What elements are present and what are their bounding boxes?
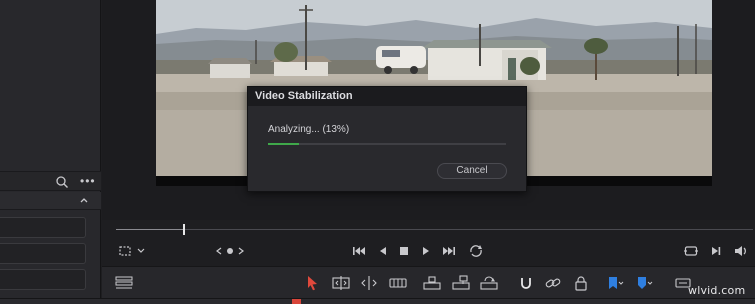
overwrite-clip-icon[interactable] [451,275,471,291]
cancel-button[interactable]: Cancel [437,163,507,179]
playhead[interactable] [183,224,185,235]
loop-icon[interactable] [468,243,484,259]
next-clip-icon[interactable] [236,246,246,256]
timeline-ruler[interactable] [0,298,755,304]
replace-clip-icon[interactable] [479,275,499,291]
left-panel: ••• [0,0,101,304]
play-icon[interactable] [421,245,431,257]
viewer-scrubber[interactable] [102,220,755,238]
crop-icon[interactable] [118,244,132,258]
fullscreen-icon[interactable] [684,244,698,258]
marker-icon[interactable] [633,275,653,291]
edit-toolbar [102,266,755,298]
selection-tool-icon[interactable] [302,275,322,291]
play-reverse-icon[interactable] [378,245,388,257]
blade-tool-icon[interactable] [388,275,408,291]
left-panel-field[interactable] [0,217,86,238]
prev-clip-icon[interactable] [214,246,224,256]
progress-bar-fill [268,143,299,145]
video-stabilization-dialog: Video Stabilization Analyzing... (13%) C… [247,86,527,192]
linked-selection-icon[interactable] [543,275,563,291]
left-panel-field[interactable] [0,269,86,290]
timeline-playhead-marker[interactable] [292,299,301,304]
volume-icon[interactable] [734,244,750,258]
left-panel-section-header[interactable] [0,192,101,210]
scrubber-played [116,229,184,230]
dialog-title: Video Stabilization [248,87,526,106]
progress-bar [268,143,506,145]
left-panel-toolbar: ••• [0,171,101,191]
scrubber-track[interactable] [116,229,753,230]
snapping-icon[interactable] [516,275,536,291]
insert-clip-icon[interactable] [422,275,442,291]
position-lock-icon[interactable] [571,275,591,291]
go-to-last-frame-icon[interactable] [442,245,456,257]
flag-icon[interactable] [604,275,624,291]
chevron-down-icon[interactable] [136,246,146,256]
trim-tool-icon[interactable] [331,275,351,291]
analyzing-status: Analyzing... (13%) [268,124,350,135]
more-options-icon[interactable]: ••• [80,175,98,189]
timeline-view-icon[interactable] [114,275,134,291]
watermark: wlvid.com [688,284,746,297]
go-to-first-frame-icon[interactable] [352,245,366,257]
stop-icon[interactable] [399,246,409,256]
next-frame-icon[interactable] [710,245,722,257]
search-icon[interactable] [55,175,69,189]
transport-controls [102,238,755,264]
dynamic-trim-icon[interactable] [359,275,379,291]
chevron-up-icon[interactable] [78,194,90,206]
clip-dot-icon [227,248,233,254]
left-panel-field[interactable] [0,243,86,264]
